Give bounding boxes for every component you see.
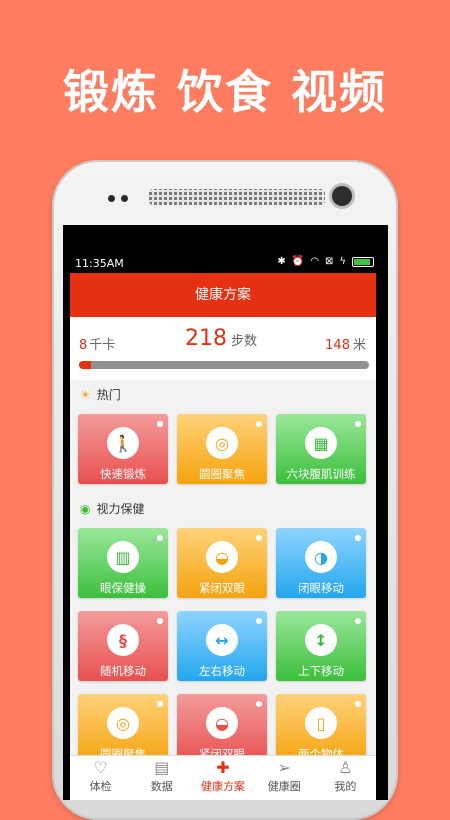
section-hot-title: 热门: [96, 388, 121, 402]
card-label: 快速锻炼: [100, 467, 146, 481]
random-move-icon: §: [107, 624, 139, 656]
person-icon: ♙: [338, 758, 353, 777]
eye-move-icon: ◑: [305, 541, 337, 573]
walking-person-icon: 🚶: [107, 427, 139, 459]
step-progress-bar: [79, 361, 369, 369]
card-up-down[interactable]: ↕ 上下移动: [276, 611, 366, 681]
tab-label: 健康圈: [267, 780, 301, 793]
tab-label: 我的: [334, 780, 357, 793]
app-window: 健康方案 8 千卡 218 步数 148 米 ☀ 热门 🚶 快速锻炼 ◎ 圆圈聚…: [70, 273, 376, 800]
charging-icon: ϟ: [339, 256, 346, 267]
card-circle-focus[interactable]: ◎ 圆圈聚焦: [177, 414, 267, 484]
indicator-dot: [355, 535, 361, 541]
bar-chart-icon: ▥: [107, 541, 139, 573]
tab-health-circle[interactable]: ➢ 健康圈: [254, 756, 315, 800]
tab-checkup[interactable]: ♡ 体检: [70, 756, 131, 800]
card-close-eyes[interactable]: ◒ 紧闭双眼: [177, 528, 267, 598]
indicator-dot: [157, 618, 163, 624]
tab-me[interactable]: ♙ 我的: [315, 756, 376, 800]
section-vision-title: 视力保健: [96, 502, 145, 516]
step-progress-fill: [79, 361, 91, 369]
hot-grid: 🚶 快速锻炼 ◎ 圆圈聚焦 ▦ 六块腹肌训练: [70, 410, 376, 494]
card-label: 上下移动: [298, 664, 344, 678]
indicator-dot: [355, 618, 361, 624]
activity-summary: 8 千卡 218 步数 148 米: [70, 317, 376, 380]
concentric-circle-icon: ◎: [206, 427, 238, 459]
left-right-arrow-icon: ↔: [206, 624, 238, 656]
phone-sensor-dot: [108, 195, 115, 202]
card-eyes-closed-move[interactable]: ◑ 闭眼移动: [276, 528, 366, 598]
bluetooth-icon: ✱: [277, 256, 286, 267]
calories-value: 8: [79, 338, 88, 353]
card-label: 左右移动: [199, 664, 245, 678]
paper-plane-icon: ➢: [277, 758, 291, 777]
status-time: 11:35AM: [75, 257, 124, 270]
card-close-eyes-2[interactable]: ◒ 紧闭双眼: [177, 694, 267, 764]
medical-plus-icon: ✚: [216, 758, 230, 777]
card-label: 随机移动: [100, 664, 146, 678]
phone-speaker-grille: [149, 189, 325, 205]
vision-grid: ▥ 眼保健操 ◒ 紧闭双眼 ◑ 闭眼移动 § 随机移动 ↔ 左右移动 ↕ 上下移…: [70, 524, 376, 774]
signal-icon: ⊠: [325, 256, 334, 267]
card-label: 圆圈聚焦: [199, 467, 245, 481]
phone-sensor-dot: [121, 195, 128, 202]
steps-unit: 步数: [231, 334, 258, 349]
promo-headline: 锻炼 饮食 视频: [62, 65, 388, 119]
indicator-dot: [256, 421, 262, 427]
bottom-tab-bar: ♡ 体检 ▤ 数据 ✚ 健康方案 ➢ 健康圈 ♙ 我的: [70, 755, 376, 800]
tab-health-plan[interactable]: ✚ 健康方案: [192, 756, 253, 800]
status-bar: 11:35AM ✱ ⏰ ◠ ⊠ ϟ: [63, 225, 388, 273]
card-label: 闭眼移动: [298, 581, 344, 595]
steps-stat: 218 步数: [185, 326, 257, 351]
abs-icon: ▦: [305, 427, 337, 459]
book-icon: ▯: [305, 707, 337, 739]
battery-icon: [352, 256, 374, 267]
phone-screen: 11:35AM ✱ ⏰ ◠ ⊠ ϟ 健康方案 8千卡 218 步数 148米: [63, 225, 388, 800]
distance-unit: 米: [352, 338, 366, 353]
concentric-circle-icon: ◎: [107, 707, 139, 739]
tab-label: 数据: [150, 780, 173, 793]
indicator-dot: [157, 535, 163, 541]
indicator-dot: [355, 421, 361, 427]
distance-stat: 148 米: [325, 334, 366, 353]
card-six-pack[interactable]: ▦ 六块腹肌训练: [276, 414, 366, 484]
section-vision: ◉ 视力保健: [70, 494, 376, 524]
alarm-icon: ⏰: [291, 256, 305, 267]
card-random-move[interactable]: § 随机移动: [78, 611, 168, 681]
indicator-dot: [355, 701, 361, 707]
card-left-right[interactable]: ↔ 左右移动: [177, 611, 267, 681]
card-label: 眼保健操: [100, 581, 146, 595]
tab-data[interactable]: ▤ 数据: [131, 756, 192, 800]
indicator-dot: [256, 535, 262, 541]
calories-unit: 千卡: [89, 338, 116, 353]
card-quick-exercise[interactable]: 🚶 快速锻炼: [78, 414, 168, 484]
distance-value: 148: [325, 338, 350, 353]
front-camera: [332, 186, 352, 206]
calories-stat: 8 千卡: [79, 334, 115, 353]
status-icons: ✱ ⏰ ◠ ⊠ ϟ: [277, 256, 374, 267]
closed-eye-icon: ◒: [206, 541, 238, 573]
sun-icon: ☀: [80, 388, 91, 402]
up-down-arrow-icon: ↕: [305, 624, 337, 656]
card-eye-exercise[interactable]: ▥ 眼保健操: [78, 528, 168, 598]
heart-icon: ♡: [93, 758, 108, 777]
wifi-icon: ◠: [310, 256, 319, 267]
card-two-objects[interactable]: ▯ 两个物体: [276, 694, 366, 764]
card-circle-focus-2[interactable]: ◎ 圆圈聚焦: [78, 694, 168, 764]
card-label: 紧闭双眼: [199, 581, 245, 595]
indicator-dot: [157, 421, 163, 427]
steps-value: 218: [185, 326, 227, 351]
page-title: 健康方案: [70, 273, 376, 317]
eye-icon: ◉: [80, 502, 91, 516]
closed-eye-icon: ◒: [206, 707, 238, 739]
indicator-dot: [256, 618, 262, 624]
tab-label: 健康方案: [201, 780, 245, 793]
indicator-dot: [157, 701, 163, 707]
chart-icon: ▤: [154, 758, 170, 777]
indicator-dot: [256, 701, 262, 707]
tab-label: 体检: [89, 780, 112, 793]
card-label: 六块腹肌训练: [286, 467, 356, 481]
section-hot: ☀ 热门: [70, 380, 376, 410]
